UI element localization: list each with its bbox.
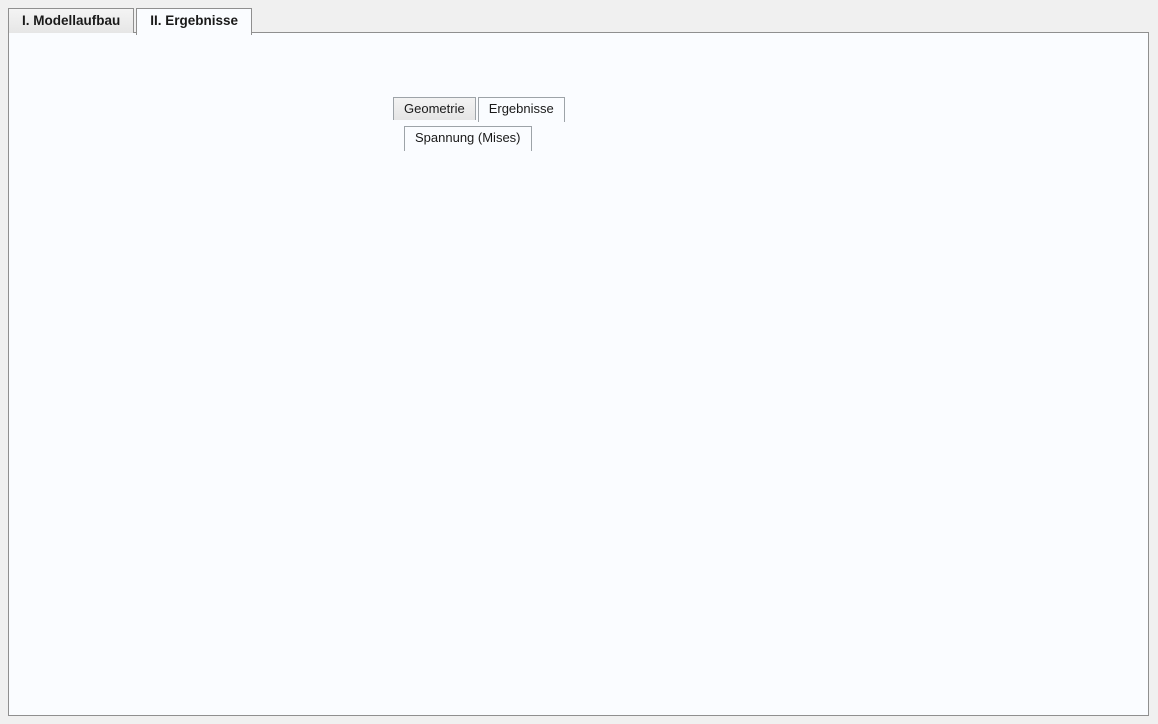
result-tabstrip: Spannung (Mises): [404, 126, 534, 151]
viewer-tab-geometrie[interactable]: Geometrie: [393, 97, 476, 120]
main-panel: [8, 32, 1149, 716]
tab-ergebnisse[interactable]: II. Ergebnisse: [136, 8, 252, 35]
main-tabstrip: I. Modellaufbau II. Ergebnisse: [8, 8, 254, 35]
tab-modellaufbau[interactable]: I. Modellaufbau: [8, 8, 134, 33]
tab-spannung-mises[interactable]: Spannung (Mises): [404, 126, 532, 151]
viewer-tab-ergebnisse[interactable]: Ergebnisse: [478, 97, 565, 122]
viewer-tabstrip: Geometrie Ergebnisse: [393, 97, 567, 122]
